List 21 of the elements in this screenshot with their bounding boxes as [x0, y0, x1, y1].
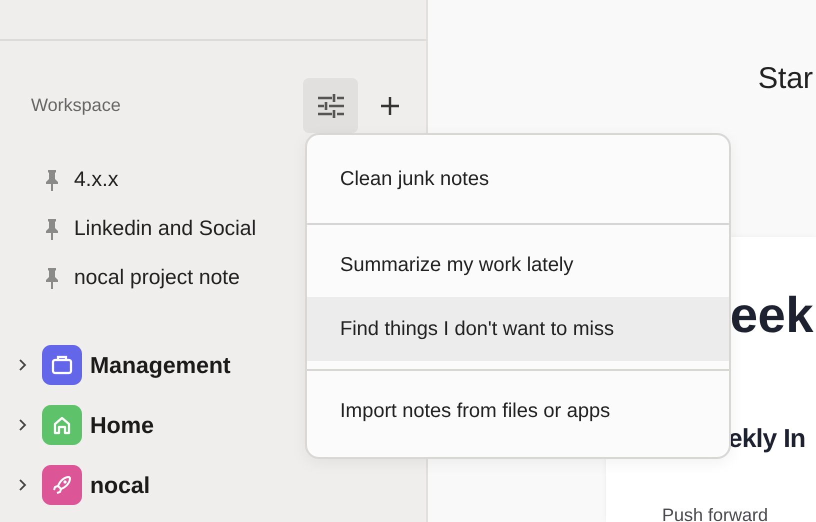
note-paragraph: Push forward [662, 505, 770, 522]
pin-icon [44, 218, 60, 240]
note-title: eek [730, 287, 814, 343]
space-name[interactable]: nocal [90, 472, 150, 498]
note-heading: ekly In [728, 422, 806, 455]
menu-item[interactable]: Summarize my work lately [307, 233, 729, 297]
filter-button[interactable] [303, 78, 358, 133]
section-label: Workspace [31, 95, 122, 116]
pinned-note[interactable]: nocal project note [74, 266, 240, 290]
pinned-note[interactable]: 4.x.x [74, 168, 118, 192]
page-title: Star [758, 62, 814, 95]
pin-icon [44, 168, 60, 190]
pin-icon [44, 266, 60, 288]
menu-item[interactable]: Clean junk notes [307, 147, 729, 211]
sliders-icon [316, 94, 344, 118]
menu-item[interactable]: Import notes from files or apps [307, 379, 729, 443]
space-name[interactable]: Home [90, 412, 154, 438]
space-name[interactable]: Management [90, 352, 231, 378]
pinned-note[interactable]: Linkedin and Social [74, 216, 256, 240]
plus-icon [380, 96, 400, 116]
menu-item[interactable]: Find things I don't want to miss [307, 297, 729, 361]
